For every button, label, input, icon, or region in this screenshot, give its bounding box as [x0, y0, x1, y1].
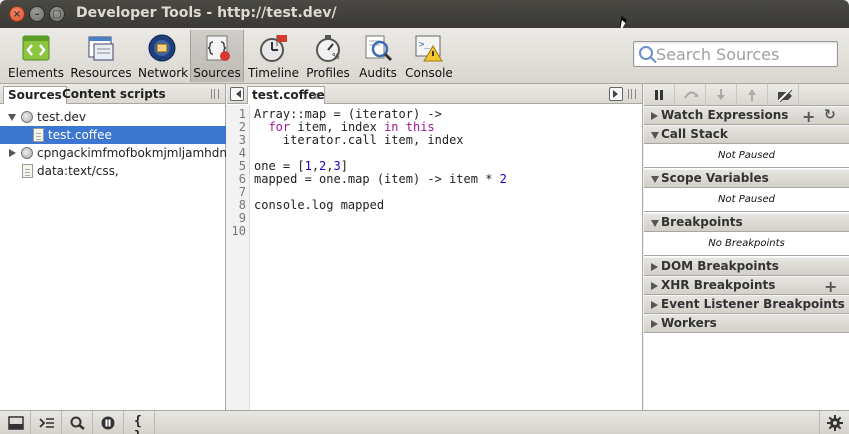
pause-on-exceptions-icon	[101, 416, 115, 430]
tab-timeline[interactable]: Timeline	[248, 30, 299, 82]
disclosure-triangle-collapsed-icon[interactable]	[651, 263, 658, 271]
disclosure-triangle-expanded-icon[interactable]	[8, 114, 16, 121]
window-title: Developer Tools - http://test.dev/	[76, 5, 337, 21]
search-input[interactable]	[656, 44, 834, 64]
file-icon	[22, 164, 33, 178]
domain-globe-icon	[21, 147, 33, 159]
add-watch-expression-plus-icon[interactable]: +	[802, 108, 815, 125]
debugger-sidebar: Watch Expressions + ↻ Call Stack Not Pau…	[644, 84, 849, 410]
call-stack-status: Not Paused	[644, 144, 849, 168]
console-icon: >_	[415, 35, 443, 62]
disclosure-triangle-expanded-icon[interactable]	[651, 220, 659, 227]
pane-scope-variables[interactable]: Scope Variables	[644, 169, 849, 188]
braces-icon: { }	[134, 414, 142, 434]
svg-text:%: %	[332, 52, 340, 61]
tab-network[interactable]: Network	[138, 30, 188, 82]
audits-icon	[365, 35, 393, 62]
disclosure-triangle-expanded-icon[interactable]	[651, 176, 659, 183]
step-into-button[interactable]	[706, 84, 737, 106]
console-drawer-icon	[39, 418, 54, 428]
sources-icon	[206, 35, 230, 61]
dock-icon	[8, 416, 24, 430]
editor-tabs: test.coffee ×	[227, 84, 642, 104]
show-console-button[interactable]	[31, 411, 62, 434]
panel-resize-grip-icon[interactable]	[628, 89, 636, 99]
elements-icon	[22, 35, 50, 61]
pause-button[interactable]	[644, 84, 675, 106]
toggle-navigator-button[interactable]	[230, 87, 244, 101]
tree-item-data-css[interactable]: data:text/css,	[0, 162, 226, 180]
refresh-watch-expressions-icon[interactable]: ↻	[824, 107, 836, 124]
inspect-element-button[interactable]	[62, 411, 93, 434]
pause-on-exceptions-button[interactable]	[93, 411, 124, 434]
panel-resize-grip-icon[interactable]	[211, 89, 219, 99]
add-xhr-breakpoint-plus-icon[interactable]: +	[824, 278, 837, 295]
search-icon	[639, 46, 653, 60]
pane-workers[interactable]: Workers	[644, 314, 849, 333]
disclosure-triangle-collapsed-icon[interactable]	[651, 282, 658, 290]
step-into-icon	[717, 89, 725, 100]
gear-icon	[827, 415, 843, 431]
sources-navigator: Sources Content scripts test.dev test.co…	[0, 84, 226, 410]
disclosure-triangle-collapsed-icon[interactable]	[9, 149, 16, 157]
pane-event-listener-breakpoints[interactable]: Event Listener Breakpoints	[644, 295, 849, 314]
deactivate-breakpoints-icon	[778, 88, 793, 102]
deactivate-breakpoints-button[interactable]	[768, 84, 799, 106]
tab-elements[interactable]: Elements	[8, 30, 64, 82]
settings-button[interactable]	[819, 411, 849, 434]
source-editor: test.coffee × 1 2 3 4 5 6 7 8 9 10 Array…	[227, 84, 643, 410]
debugger-toolbar	[644, 84, 849, 106]
pause-icon	[655, 90, 663, 100]
search-sources-field[interactable]	[633, 41, 838, 67]
pane-watch-expressions[interactable]: Watch Expressions + ↻	[644, 106, 849, 125]
navigator-tabs: Sources Content scripts	[0, 84, 225, 104]
toggle-debugger-sidebar-button[interactable]	[609, 87, 623, 101]
pane-call-stack[interactable]: Call Stack	[644, 125, 849, 144]
resources-icon	[88, 36, 114, 61]
profiles-icon: %	[316, 35, 340, 62]
close-icon[interactable]: ×	[310, 88, 320, 104]
line-number[interactable]: 10	[227, 225, 246, 238]
window-maximize-button[interactable]: □	[49, 6, 65, 22]
magnifier-icon	[70, 416, 85, 430]
svg-text:>_: >_	[419, 40, 430, 50]
domain-globe-icon	[21, 111, 33, 123]
window-minimize-button[interactable]: –	[29, 6, 45, 22]
tree-item-test-coffee[interactable]: test.coffee	[0, 126, 226, 144]
disclosure-triangle-collapsed-icon[interactable]	[651, 301, 658, 309]
network-icon	[148, 34, 176, 62]
tab-resources[interactable]: Resources	[70, 30, 132, 82]
pane-dom-breakpoints[interactable]: DOM Breakpoints	[644, 257, 849, 276]
breakpoints-status: No Breakpoints	[644, 232, 849, 256]
disclosure-triangle-collapsed-icon[interactable]	[651, 320, 658, 328]
panel-toolbar: Elements Resources Network Sources Timel…	[0, 28, 849, 84]
tab-audits[interactable]: Audits	[356, 30, 400, 82]
timeline-icon	[260, 35, 287, 62]
window-close-button[interactable]: ×	[9, 6, 25, 22]
disclosure-triangle-expanded-icon[interactable]	[651, 132, 659, 139]
disclosure-triangle-collapsed-icon[interactable]	[651, 112, 658, 120]
step-over-icon	[684, 91, 698, 99]
code-line[interactable]: iterator.call item, index	[254, 134, 464, 147]
tab-profiles[interactable]: % Profiles	[304, 30, 352, 82]
step-over-button[interactable]	[675, 84, 706, 106]
code-line[interactable]: mapped = one.map (item) -> item * 2	[254, 173, 507, 186]
tab-content-scripts[interactable]: Content scripts	[58, 86, 170, 104]
tab-sources[interactable]: Sources	[190, 30, 244, 82]
tab-test-coffee[interactable]: test.coffee ×	[247, 86, 325, 104]
pretty-print-button[interactable]: { }	[124, 411, 155, 434]
code-line[interactable]: console.log mapped	[254, 199, 384, 212]
pane-breakpoints[interactable]: Breakpoints	[644, 213, 849, 232]
dock-to-main-button[interactable]	[0, 411, 31, 434]
step-out-button[interactable]	[737, 84, 768, 106]
step-out-icon	[748, 89, 756, 101]
status-bar: { }	[0, 410, 849, 434]
scope-variables-status: Not Paused	[644, 188, 849, 212]
tree-item-extension[interactable]: cpngackimfmofbokmjmljamhdncknpmg	[0, 144, 226, 162]
file-icon	[33, 128, 44, 142]
title-bar: × – □ Developer Tools - http://test.dev/	[0, 0, 849, 28]
pane-xhr-breakpoints[interactable]: XHR Breakpoints +	[644, 276, 849, 295]
tree-item-test-dev[interactable]: test.dev	[0, 108, 226, 126]
tab-console[interactable]: >_ Console	[404, 30, 454, 82]
